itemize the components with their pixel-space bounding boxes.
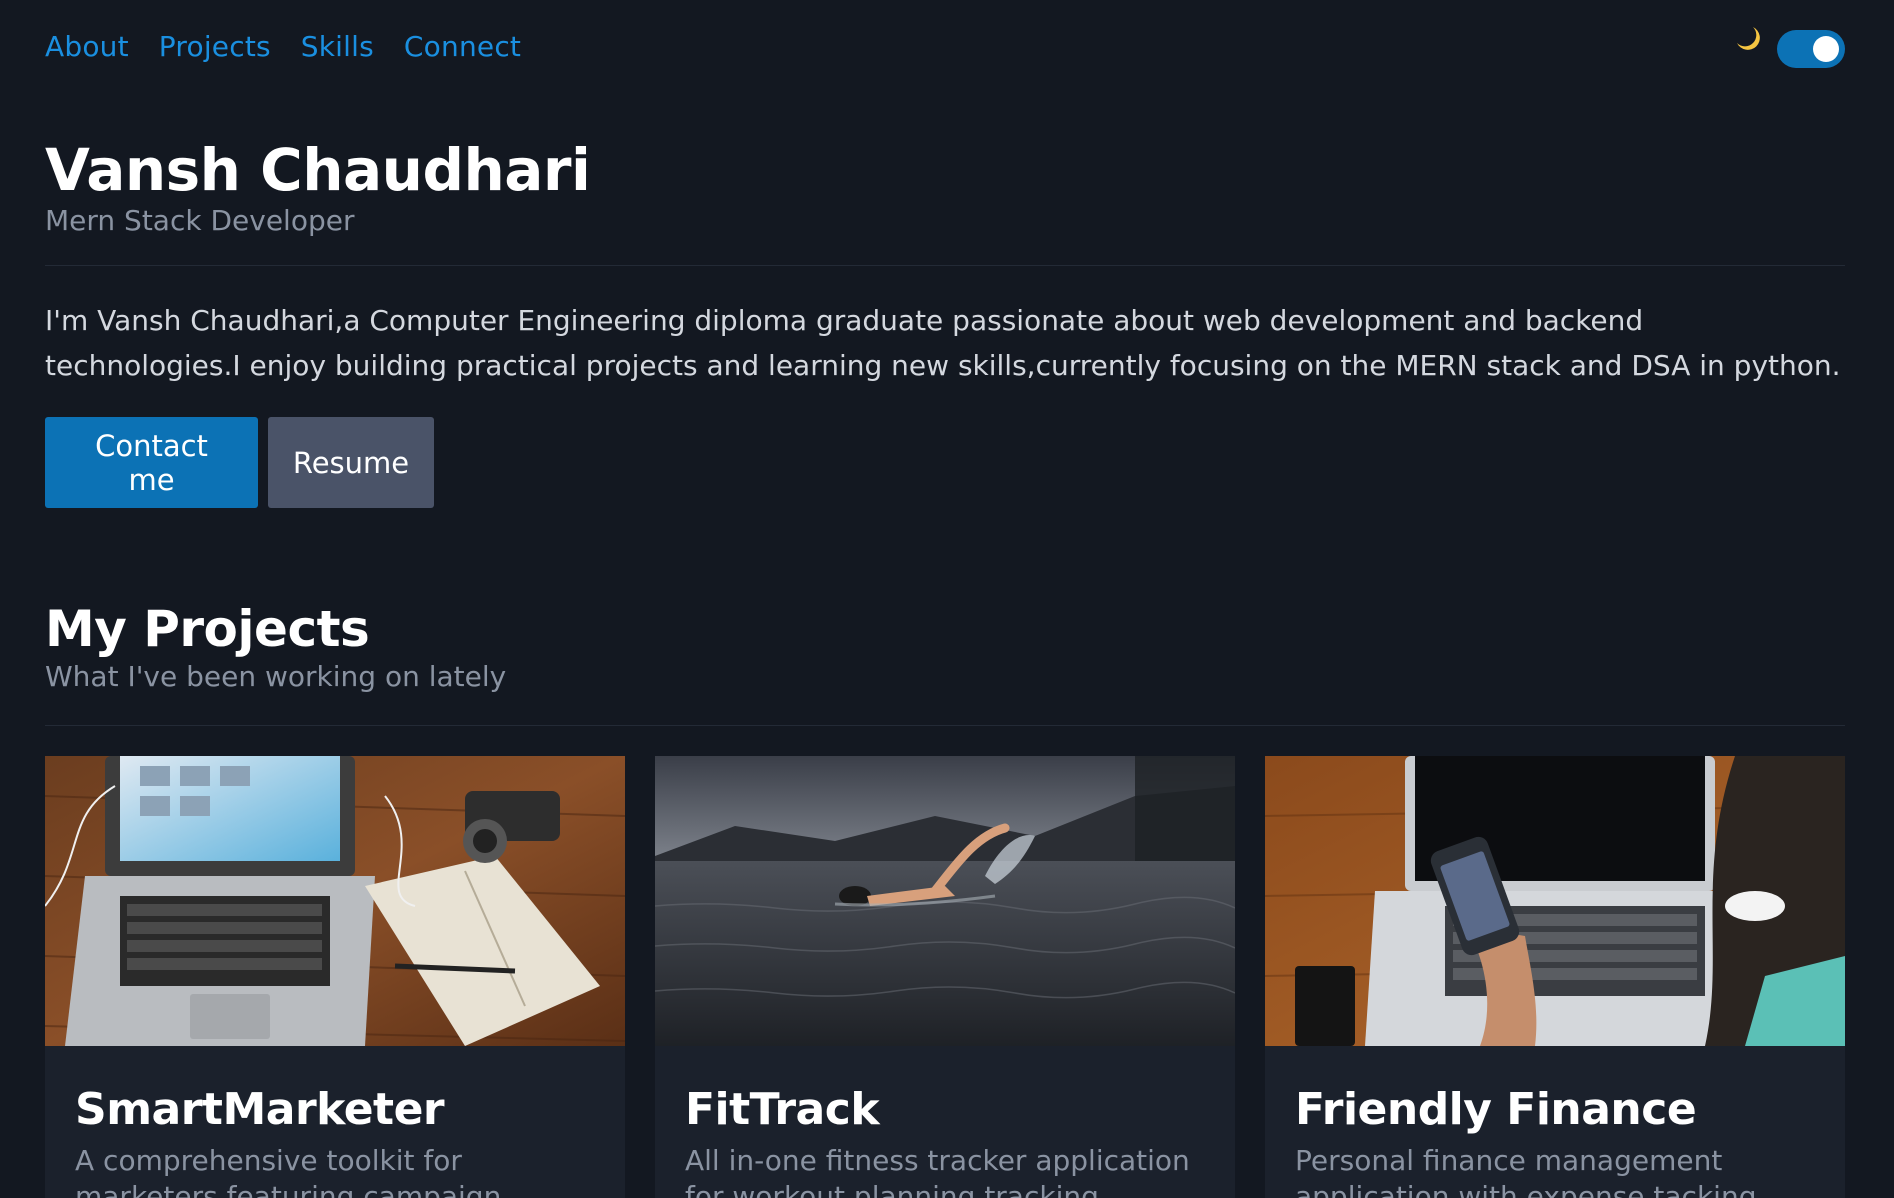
hero-divider <box>45 265 1845 266</box>
contact-button[interactable]: Contact me <box>45 417 258 508</box>
toggle-knob <box>1813 36 1839 62</box>
project-title[interactable]: Friendly Finance <box>1295 1084 1815 1135</box>
projects-title: My Projects <box>45 600 370 658</box>
hero-bio: I'm Vansh Chaudhari,a Computer Engineeri… <box>45 304 1841 382</box>
nav-link-skills[interactable]: Skills <box>301 30 374 63</box>
laptop-desk-photo <box>45 756 625 1046</box>
card-body: FitTrack All in-one fitness tracker appl… <box>655 1046 1235 1198</box>
top-nav: About Projects Skills Connect <box>45 30 521 63</box>
phone-laptop-photo <box>1265 756 1845 1046</box>
resume-button[interactable]: Resume <box>268 417 434 508</box>
project-cards: SmartMarketer A comprehensive toolkit fo… <box>45 756 1845 1198</box>
project-description: A comprehensive toolkit for marketers fe… <box>75 1144 502 1198</box>
projects-subtitle: What I've been working on lately <box>45 660 507 693</box>
moon-icon <box>1733 24 1763 54</box>
project-card-smartmarketer[interactable]: SmartMarketer A comprehensive toolkit fo… <box>45 756 625 1198</box>
page: About Projects Skills Connect Vansh Chau… <box>0 0 1894 1198</box>
theme-toggle[interactable] <box>1777 30 1845 68</box>
theme-switcher <box>1733 18 1845 68</box>
nav-link-about[interactable]: About <box>45 30 129 63</box>
projects-divider <box>45 725 1845 726</box>
hero-name: Vansh Chaudhari <box>45 136 591 204</box>
project-title[interactable]: FitTrack <box>685 1084 1205 1135</box>
project-description: Personal finance management application … <box>1295 1144 1757 1198</box>
card-body: Friendly Finance Personal finance manage… <box>1265 1046 1845 1198</box>
swimmer-lake-photo <box>655 756 1235 1046</box>
project-card-friendly-finance[interactable]: Friendly Finance Personal finance manage… <box>1265 756 1845 1198</box>
card-body: SmartMarketer A comprehensive toolkit fo… <box>45 1046 625 1198</box>
nav-link-connect[interactable]: Connect <box>404 30 521 63</box>
project-card-fittrack[interactable]: FitTrack All in-one fitness tracker appl… <box>655 756 1235 1198</box>
hero-role: Mern Stack Developer <box>45 204 355 237</box>
project-title[interactable]: SmartMarketer <box>75 1084 595 1135</box>
nav-link-projects[interactable]: Projects <box>159 30 271 63</box>
project-description: All in-one fitness tracker application f… <box>685 1144 1190 1198</box>
